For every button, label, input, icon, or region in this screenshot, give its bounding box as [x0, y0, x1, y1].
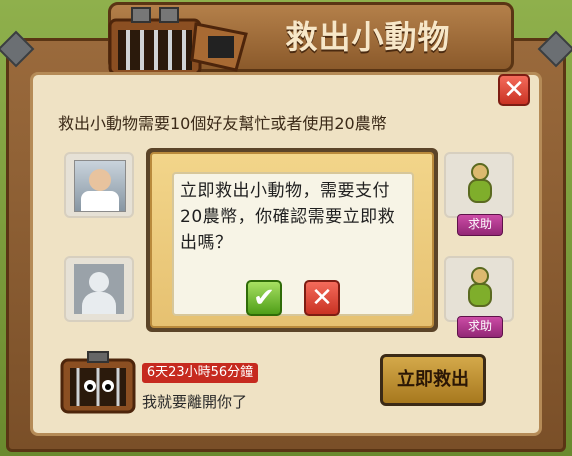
- friend-avatar: [74, 160, 126, 212]
- avatar-body: [81, 191, 119, 211]
- close-button[interactable]: ✕: [498, 74, 530, 106]
- help-button[interactable]: 求助: [457, 316, 503, 338]
- x-icon: ✕: [311, 283, 333, 313]
- close-icon: ✕: [503, 75, 525, 105]
- helper-person-icon: [468, 267, 492, 307]
- helper-person-icon: [468, 163, 492, 203]
- countdown-timer: 6天23小時56分鐘: [142, 363, 258, 383]
- dialog-message: 立即救出小動物，需要支付20農幣，你確認需要立即救出嗎？: [180, 181, 396, 253]
- dialog-body: 立即救出小動物，需要支付20農幣，你確認需要立即救出嗎？ ✔ ✕: [172, 172, 414, 316]
- helper-slot[interactable]: [444, 256, 514, 322]
- cancel-button[interactable]: ✕: [304, 280, 340, 316]
- friend-slot[interactable]: [64, 256, 134, 322]
- cage-icon: [108, 7, 248, 76]
- help-button[interactable]: 求助: [457, 214, 503, 236]
- silhouette-body: [82, 292, 116, 314]
- friend-slot[interactable]: [64, 152, 134, 218]
- page-title: 救出小動物: [285, 18, 451, 56]
- animal-cage-icon: [60, 351, 136, 414]
- confirm-dialog: 立即救出小動物，需要支付20農幣，你確認需要立即救出嗎？ ✔ ✕: [150, 152, 434, 328]
- avatar-face: [89, 169, 111, 191]
- helper-slot[interactable]: [444, 152, 514, 218]
- instruction-text: 救出小動物需要10個好友幫忙或者使用20農幣: [58, 114, 387, 133]
- empty-avatar-icon: [74, 264, 124, 314]
- leave-message: 我就要離開你了: [142, 393, 248, 411]
- check-icon: ✔: [253, 283, 275, 313]
- silhouette-head: [89, 272, 109, 292]
- rescue-now-button[interactable]: 立即救出: [380, 354, 486, 406]
- confirm-button[interactable]: ✔: [246, 280, 282, 316]
